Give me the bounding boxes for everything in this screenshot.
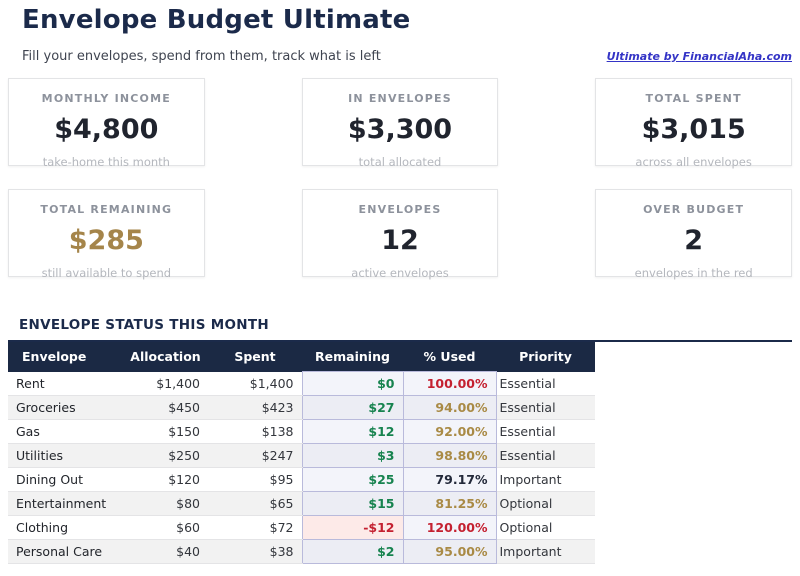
stat-card-caption: envelopes in the red bbox=[596, 266, 791, 280]
envelope-table: EnvelopeAllocationSpentRemaining% UsedPr… bbox=[8, 342, 595, 565]
stat-card-caption: active envelopes bbox=[303, 266, 498, 280]
column-header: Allocation bbox=[123, 342, 208, 372]
cell-priority: Important bbox=[496, 468, 595, 492]
stat-card-label: IN ENVELOPES bbox=[303, 92, 498, 105]
cell-allocation: $80 bbox=[123, 492, 208, 516]
cell-used[interactable]: 95.00% bbox=[403, 540, 496, 564]
table-row: Entertainment$80$65$1581.25%Optional bbox=[8, 492, 595, 516]
stat-cards: MONTHLY INCOME $4,800 take-home this mon… bbox=[8, 78, 792, 277]
cell-spent: $138 bbox=[208, 420, 302, 444]
cell-priority: Optional bbox=[496, 516, 595, 540]
cell-spent: $95 bbox=[208, 468, 302, 492]
table-row: Rent$1,400$1,400$0100.00%Essential bbox=[8, 372, 595, 396]
stat-card-label: OVER BUDGET bbox=[596, 203, 791, 216]
stat-card-value: $3,300 bbox=[303, 114, 498, 145]
cell-used[interactable]: 120.00% bbox=[403, 516, 496, 540]
cell-allocation: $40 bbox=[123, 540, 208, 564]
cell-spent: $1,400 bbox=[208, 372, 302, 396]
stat-card: MONTHLY INCOME $4,800 take-home this mon… bbox=[8, 78, 205, 166]
stat-card-label: ENVELOPES bbox=[303, 203, 498, 216]
page-header: Envelope Budget Ultimate bbox=[8, 6, 792, 36]
cell-allocation: $120 bbox=[123, 468, 208, 492]
stat-card-caption: still available to spend bbox=[9, 266, 204, 280]
stat-card-caption: total allocated bbox=[303, 155, 498, 169]
cell-remaining[interactable]: $12 bbox=[302, 420, 403, 444]
stat-card-value: $3,015 bbox=[596, 114, 791, 145]
cell-remaining[interactable]: $15 bbox=[302, 492, 403, 516]
cell-spent: $72 bbox=[208, 516, 302, 540]
table-head: EnvelopeAllocationSpentRemaining% UsedPr… bbox=[8, 342, 595, 372]
stat-card-label: MONTHLY INCOME bbox=[9, 92, 204, 105]
cell-used[interactable]: 98.80% bbox=[403, 444, 496, 468]
cell-remaining[interactable]: $25 bbox=[302, 468, 403, 492]
cell-envelope: Personal Care bbox=[8, 540, 123, 564]
brand-link[interactable]: Ultimate by FinancialAha.com bbox=[607, 50, 792, 63]
cell-allocation: $150 bbox=[123, 420, 208, 444]
cell-remaining[interactable]: -$12 bbox=[302, 516, 403, 540]
cell-spent: $38 bbox=[208, 540, 302, 564]
cell-envelope: Utilities bbox=[8, 444, 123, 468]
stat-card-value: 2 bbox=[596, 225, 791, 256]
cell-used[interactable]: 92.00% bbox=[403, 420, 496, 444]
column-header: Spent bbox=[208, 342, 302, 372]
cell-priority: Essential bbox=[496, 396, 595, 420]
table-row: Personal Care$40$38$295.00%Important bbox=[8, 540, 595, 564]
stat-card: ENVELOPES 12 active envelopes bbox=[302, 189, 499, 277]
cell-used[interactable]: 94.00% bbox=[403, 396, 496, 420]
cell-envelope: Rent bbox=[8, 372, 123, 396]
column-header: % Used bbox=[403, 342, 496, 372]
stat-card-caption: across all envelopes bbox=[596, 155, 791, 169]
cell-envelope: Entertainment bbox=[8, 492, 123, 516]
cell-allocation: $60 bbox=[123, 516, 208, 540]
cell-allocation: $1,400 bbox=[123, 372, 208, 396]
cell-allocation: $250 bbox=[123, 444, 208, 468]
page: Envelope Budget Ultimate Fill your envel… bbox=[0, 0, 800, 564]
column-header: Priority bbox=[496, 342, 595, 372]
stat-card-value: $285 bbox=[9, 225, 204, 256]
stat-card-value: 12 bbox=[303, 225, 498, 256]
header-row: EnvelopeAllocationSpentRemaining% UsedPr… bbox=[8, 342, 595, 372]
cell-allocation: $450 bbox=[123, 396, 208, 420]
cell-spent: $247 bbox=[208, 444, 302, 468]
section-title: ENVELOPE STATUS THIS MONTH bbox=[8, 317, 792, 333]
cell-envelope: Gas bbox=[8, 420, 123, 444]
cell-envelope: Dining Out bbox=[8, 468, 123, 492]
cell-spent: $423 bbox=[208, 396, 302, 420]
stat-card-caption: take-home this month bbox=[9, 155, 204, 169]
column-header: Remaining bbox=[302, 342, 403, 372]
stat-card: TOTAL REMAINING $285 still available to … bbox=[8, 189, 205, 277]
subtitle-row: Fill your envelopes, spend from them, tr… bbox=[8, 49, 792, 64]
table-row: Utilities$250$247$398.80%Essential bbox=[8, 444, 595, 468]
cell-priority: Important bbox=[496, 540, 595, 564]
cell-spent: $65 bbox=[208, 492, 302, 516]
cell-priority: Essential bbox=[496, 372, 595, 396]
stat-card-label: TOTAL SPENT bbox=[596, 92, 791, 105]
page-title: Envelope Budget Ultimate bbox=[22, 6, 792, 36]
cell-used[interactable]: 81.25% bbox=[403, 492, 496, 516]
stat-card-label: TOTAL REMAINING bbox=[9, 203, 204, 216]
cell-envelope: Groceries bbox=[8, 396, 123, 420]
table-row: Gas$150$138$1292.00%Essential bbox=[8, 420, 595, 444]
stat-card: TOTAL SPENT $3,015 across all envelopes bbox=[595, 78, 792, 166]
column-header: Envelope bbox=[8, 342, 123, 372]
cell-envelope: Clothing bbox=[8, 516, 123, 540]
cell-used[interactable]: 79.17% bbox=[403, 468, 496, 492]
cell-used[interactable]: 100.00% bbox=[403, 372, 496, 396]
table-row: Groceries$450$423$2794.00%Essential bbox=[8, 396, 595, 420]
cell-priority: Essential bbox=[496, 420, 595, 444]
cell-priority: Optional bbox=[496, 492, 595, 516]
table-row: Dining Out$120$95$2579.17%Important bbox=[8, 468, 595, 492]
cell-remaining[interactable]: $0 bbox=[302, 372, 403, 396]
stat-card: OVER BUDGET 2 envelopes in the red bbox=[595, 189, 792, 277]
table-body: Rent$1,400$1,400$0100.00%EssentialGrocer… bbox=[8, 372, 595, 564]
cell-remaining[interactable]: $2 bbox=[302, 540, 403, 564]
page-subtitle: Fill your envelopes, spend from them, tr… bbox=[22, 49, 381, 64]
cell-remaining[interactable]: $27 bbox=[302, 396, 403, 420]
cell-priority: Essential bbox=[496, 444, 595, 468]
cell-remaining[interactable]: $3 bbox=[302, 444, 403, 468]
stat-card-value: $4,800 bbox=[9, 114, 204, 145]
envelope-table-container: EnvelopeAllocationSpentRemaining% UsedPr… bbox=[8, 340, 792, 565]
table-row: Clothing$60$72-$12120.00%Optional bbox=[8, 516, 595, 540]
stat-card: IN ENVELOPES $3,300 total allocated bbox=[302, 78, 499, 166]
